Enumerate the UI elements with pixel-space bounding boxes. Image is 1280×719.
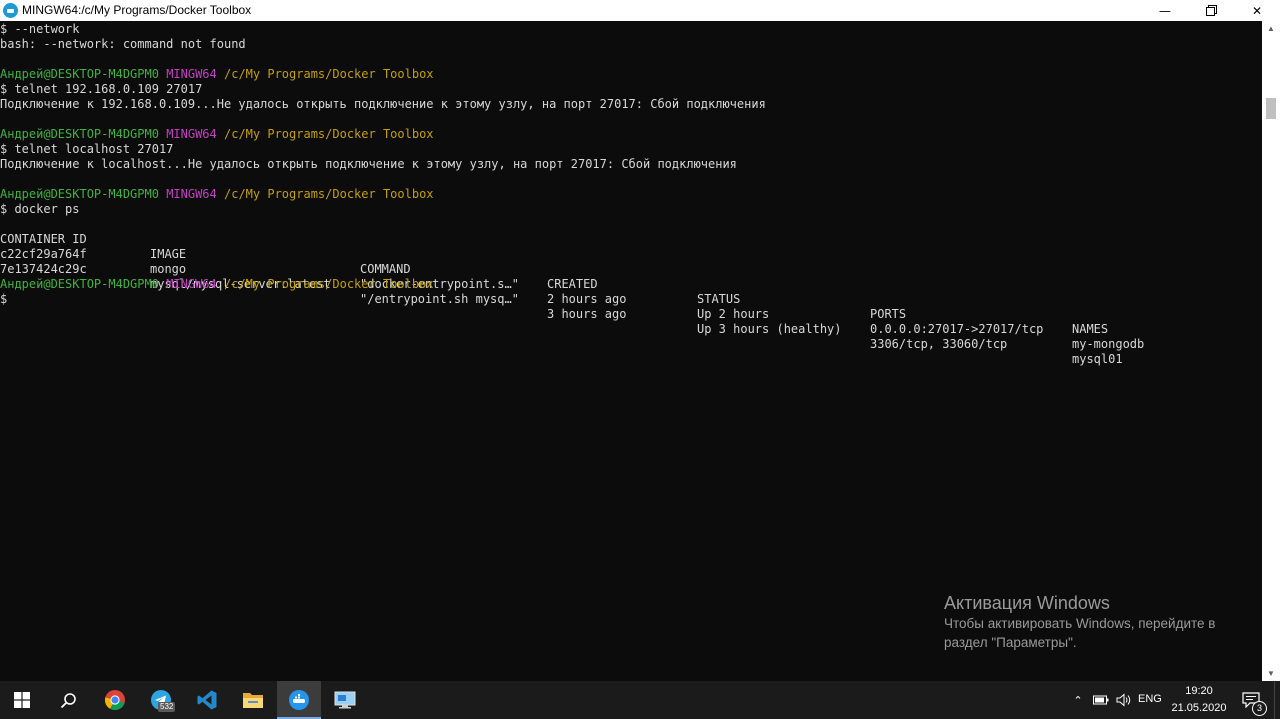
- close-icon: ✕: [1251, 3, 1263, 18]
- maximize-button[interactable]: [1188, 0, 1234, 21]
- prompt-user: Андрей@DESKTOP-M4DGPM0: [0, 67, 159, 81]
- prompt-line: Андрей@DESKTOP-M4DGPM0 MINGW64 /c/My Pro…: [0, 187, 434, 202]
- prompt-user: Андрей@DESKTOP-M4DGPM0: [0, 187, 159, 201]
- prompt-line: Андрей@DESKTOP-M4DGPM0 MINGW64 /c/My Pro…: [0, 67, 434, 82]
- window-title-bar[interactable]: MINGW64:/c/My Programs/Docker Toolbox — …: [0, 0, 1280, 21]
- cell-ports: 0.0.0.0:27017->27017/tcp: [870, 322, 1044, 336]
- telegram-badge: 532: [158, 702, 176, 712]
- vscode-icon: [197, 690, 217, 710]
- windows-start-icon: [14, 692, 30, 708]
- terminal-line: $ docker ps: [0, 202, 80, 216]
- prompt-user: Андрей@DESKTOP-M4DGPM0: [0, 277, 159, 291]
- taskbar-vscode[interactable]: [185, 681, 229, 719]
- terminal-line: $ telnet localhost 27017: [0, 142, 174, 156]
- header-ports: PORTS: [870, 307, 907, 321]
- start-button[interactable]: [0, 681, 44, 719]
- cell-ports: 3306/tcp, 33060/tcp: [870, 337, 1008, 351]
- cell-status: Up 3 hours (healthy): [697, 322, 842, 336]
- prompt-path: /c/My Programs/Docker Toolbox: [224, 277, 434, 291]
- activation-text: раздел "Параметры".: [944, 635, 1077, 650]
- docker-table-header: CONTAINER ID IMAGE COMMAND CREATED STATU…: [0, 217, 1262, 336]
- minimize-button[interactable]: —: [1142, 0, 1188, 21]
- tray-language[interactable]: ENG: [1138, 693, 1162, 705]
- battery-icon: [1093, 695, 1109, 705]
- cell-image: mongo: [150, 262, 187, 276]
- prompt-shell: MINGW64: [166, 67, 217, 81]
- prompt-shell: MINGW64: [166, 277, 217, 291]
- terminal-line: $ telnet 192.168.0.109 27017: [0, 82, 203, 96]
- scroll-down-icon[interactable]: ▼: [1262, 666, 1280, 681]
- maximize-icon: [1205, 5, 1217, 16]
- cell-created: 3 hours ago: [547, 307, 627, 321]
- header-command: COMMAND: [360, 262, 411, 276]
- prompt-user: Андрей@DESKTOP-M4DGPM0: [0, 127, 159, 141]
- cell-command: "/entrypoint.sh mysq…": [360, 292, 519, 306]
- tray-battery[interactable]: [1090, 681, 1112, 719]
- prompt-shell: MINGW64: [166, 187, 217, 201]
- tray-clock-date[interactable]: 21.05.2020: [1170, 702, 1228, 714]
- tray-clock-time[interactable]: 19:20: [1175, 685, 1223, 697]
- cell-names: my-mongodb: [1072, 337, 1145, 351]
- prompt-shell: MINGW64: [166, 127, 217, 141]
- terminal-line: bash: --network: command not found: [0, 37, 246, 51]
- header-created: CREATED: [547, 277, 598, 291]
- terminal-output[interactable]: $ --network bash: --network: command not…: [0, 21, 1262, 681]
- activation-text: Чтобы активировать Windows, перейдите в: [944, 616, 1216, 631]
- remote-desktop-icon: [334, 691, 356, 709]
- header-status: STATUS: [697, 292, 741, 306]
- table-row: 7e137424c29c mysql/mysql-server:latest "…: [0, 247, 1262, 366]
- chrome-icon: [104, 690, 125, 711]
- close-button[interactable]: ✕: [1234, 0, 1280, 21]
- search-button[interactable]: [46, 681, 90, 719]
- prompt-line: Андрей@DESKTOP-M4DGPM0 MINGW64 /c/My Pro…: [0, 127, 434, 142]
- taskbar-remote-desktop[interactable]: [323, 681, 367, 719]
- vertical-scrollbar[interactable]: ▲ ▼: [1262, 21, 1280, 681]
- taskbar-telegram[interactable]: 532: [139, 681, 183, 719]
- terminal-line: Подключение к 192.168.0.109...Не удалось…: [0, 97, 766, 111]
- prompt-path: /c/My Programs/Docker Toolbox: [224, 127, 434, 141]
- docker-quickstart-icon: [289, 690, 309, 710]
- taskbar-file-explorer[interactable]: [231, 681, 275, 719]
- header-names: NAMES: [1072, 322, 1109, 336]
- prompt-path: /c/My Programs/Docker Toolbox: [224, 67, 434, 81]
- notifications-count-badge: 3: [1252, 701, 1267, 716]
- windows-activation-watermark: Активация Windows Чтобы активировать Win…: [944, 592, 1215, 652]
- action-center-button[interactable]: 3: [1236, 681, 1267, 719]
- scroll-thumb[interactable]: [1266, 98, 1276, 119]
- table-row: c22cf29a764f mongo "docker-entrypoint.s……: [0, 232, 1262, 351]
- scroll-up-icon[interactable]: ▲: [1262, 21, 1280, 36]
- taskbar-chrome[interactable]: [93, 681, 137, 719]
- terminal-line: $ --network: [0, 22, 80, 36]
- activation-title: Активация Windows: [944, 593, 1110, 613]
- speaker-icon: [1116, 693, 1131, 707]
- prompt-path: /c/My Programs/Docker Toolbox: [224, 187, 434, 201]
- cell-created: 2 hours ago: [547, 292, 627, 306]
- search-icon: [60, 692, 76, 708]
- window-title: MINGW64:/c/My Programs/Docker Toolbox: [22, 3, 252, 17]
- cell-container-id: 7e137424c29c: [0, 262, 87, 276]
- cell-names: mysql01: [1072, 352, 1123, 366]
- chevron-up-icon: ⌃: [1073, 694, 1083, 707]
- terminal-line: Подключение к localhost...Не удалось отк…: [0, 157, 737, 171]
- terminal-input-line[interactable]: $: [0, 292, 7, 307]
- file-explorer-icon: [243, 693, 263, 708]
- show-desktop-button[interactable]: [1274, 681, 1280, 719]
- mingw-app-icon: [3, 3, 18, 18]
- taskbar: 532 ⌃ ENG 19:20 21.05.2020 3: [0, 681, 1280, 719]
- cell-status: Up 2 hours: [697, 307, 770, 321]
- minimize-icon: —: [1159, 3, 1171, 18]
- taskbar-docker-quickstart-active[interactable]: [277, 681, 321, 719]
- tray-volume[interactable]: [1113, 681, 1135, 719]
- tray-expand-button[interactable]: ⌃: [1068, 681, 1088, 719]
- prompt-line: Андрей@DESKTOP-M4DGPM0 MINGW64 /c/My Pro…: [0, 277, 434, 292]
